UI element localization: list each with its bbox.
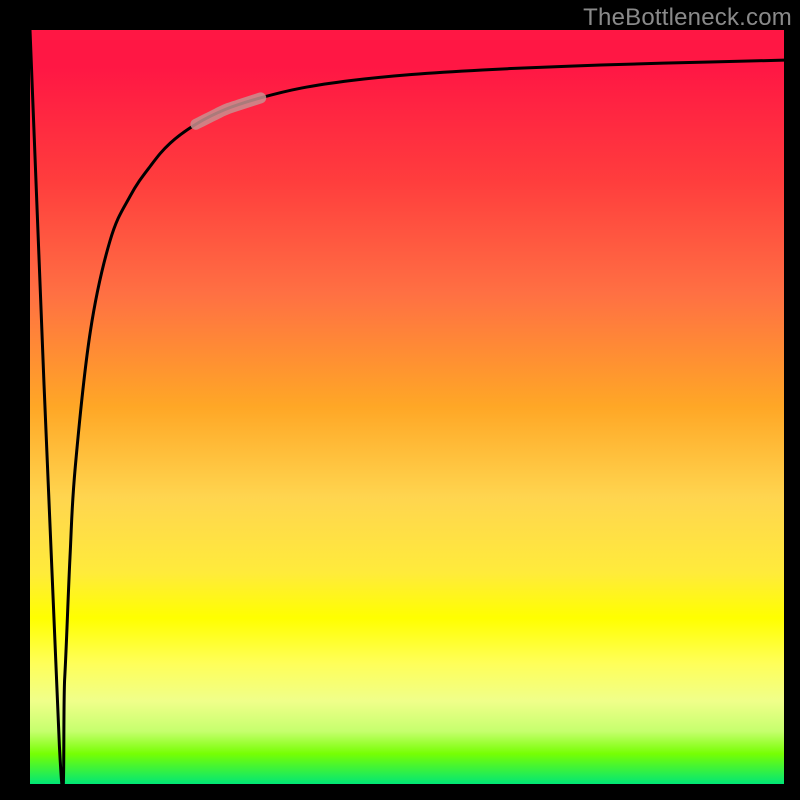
watermark-text: TheBottleneck.com <box>583 4 792 32</box>
plot-area <box>30 30 784 784</box>
chart-svg <box>30 30 784 784</box>
highlight-segment <box>196 98 261 124</box>
bottleneck-curve-line <box>30 30 784 790</box>
chart-frame: TheBottleneck.com <box>0 0 800 800</box>
